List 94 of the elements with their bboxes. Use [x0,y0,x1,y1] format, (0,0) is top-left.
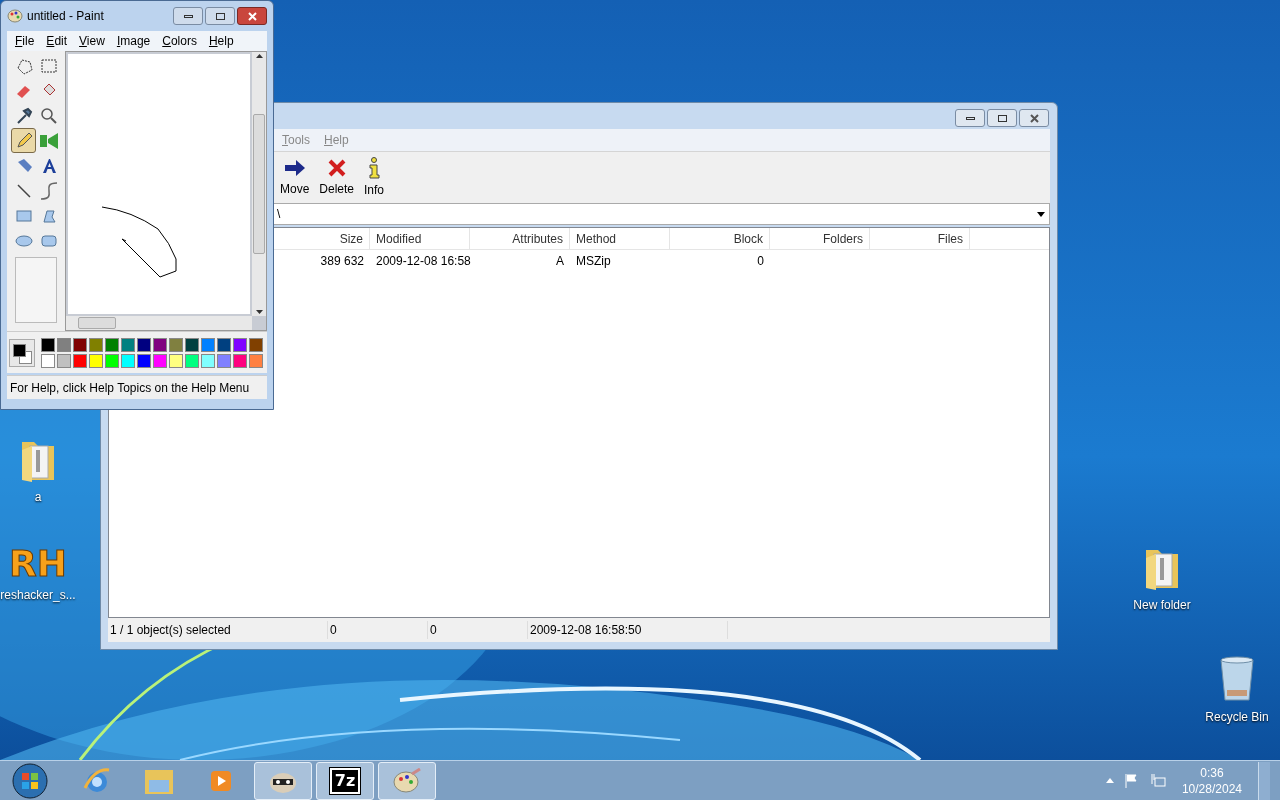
color-swatch[interactable] [249,337,263,352]
color-swatch[interactable] [249,353,263,368]
column-header[interactable]: Modified [370,228,470,249]
menu-item[interactable]: File [15,32,35,50]
column-header[interactable]: Block [670,228,770,249]
color-swatch[interactable] [121,337,135,352]
color-swatch[interactable] [57,337,71,352]
scroll-thumb[interactable] [253,114,265,254]
menu-item[interactable]: View [79,32,105,50]
color-swatch[interactable] [57,353,71,368]
toolbar-button[interactable]: Move [280,155,310,200]
color-swatch[interactable] [185,353,199,368]
column-header[interactable]: Folders [770,228,870,249]
recycle-bin-icon [1217,654,1257,704]
color-swatch[interactable] [233,337,247,352]
minimize-button[interactable] [173,7,203,25]
close-button[interactable] [237,7,267,25]
palette-icon [7,9,23,23]
scroll-down-icon[interactable] [255,310,263,314]
up-arrow-icon[interactable] [1105,778,1114,783]
horizontal-scrollbar[interactable] [66,316,252,330]
color-swatch[interactable] [201,337,215,352]
column-header[interactable]: Files [870,228,970,249]
menu-item[interactable]: Image [116,32,151,50]
color-swatch[interactable] [105,353,119,368]
color-swatch[interactable] [89,337,103,352]
maximize-button[interactable] [205,7,235,25]
toolbar-button[interactable]: Info [364,155,385,200]
desktop-icon-label[interactable]: Recycle Bin [1205,708,1269,726]
column-header[interactable]: Attributes [470,228,570,249]
palette-icon [392,767,422,794]
menu-item[interactable]: Edit [46,32,68,50]
foreground-color[interactable] [13,343,26,357]
desktop-icon-label[interactable]: New folder [1133,596,1191,614]
color-swatch[interactable] [137,353,151,368]
tool-options [15,257,57,323]
menu-item[interactable]: Colors [162,32,197,50]
status-text: 0 [328,621,428,639]
status-text: 1 / 1 object(s) selected [108,621,328,639]
desktop-icon-label[interactable]: reshacker_s... [0,586,76,604]
table-cell-text: 2009-12-08 16:58 [375,253,470,270]
sevenzip-logo: 7z [329,767,361,794]
tool-button[interactable] [11,128,36,153]
color-swatch[interactable] [105,337,119,352]
close-icon [247,11,257,21]
table-cell-text: MSZip [575,253,612,270]
arrow-icon [282,157,307,178]
column-header[interactable]: Method [570,228,670,249]
color-swatch[interactable] [137,337,151,352]
flag-icon[interactable] [1123,772,1140,789]
curve-icon [38,180,59,201]
maximize-button[interactable] [987,109,1017,127]
menu-item[interactable]: Help [208,32,234,50]
color-swatch[interactable] [153,353,167,368]
color-swatch[interactable] [41,337,55,352]
taskbar-button[interactable] [254,761,312,800]
magnifier-icon [38,105,59,126]
table-cell-text: A [555,253,565,270]
close-icon [1029,113,1039,123]
color-swatch[interactable] [73,353,87,368]
app-logo: RH [9,546,67,582]
window-title: untitled - Paint [27,8,104,25]
start-orb-icon [12,762,48,799]
status-text: 2009-12-08 16:58:50 [528,621,728,639]
color-swatch[interactable] [169,337,183,352]
color-swatch[interactable] [217,337,231,352]
scroll-up-icon[interactable] [255,54,263,58]
color-swatch[interactable] [233,353,247,368]
color-swatch[interactable] [201,353,215,368]
close-button[interactable] [1019,109,1049,127]
network-icon[interactable] [1149,772,1166,789]
vertical-scrollbar[interactable] [252,52,266,316]
color-swatch[interactable] [73,337,87,352]
info-icon [367,156,382,179]
desktop-icon-label[interactable]: a [34,488,42,506]
dropdown-icon [1037,211,1045,217]
show-desktop-button[interactable] [1258,761,1270,800]
status-text: For Help, click Help Topics on the Help Menu [10,379,250,397]
delete-icon [326,157,347,178]
color-swatch[interactable] [153,337,167,352]
color-swatch[interactable] [121,353,135,368]
scroll-thumb[interactable] [78,317,116,329]
status-text: 0 [428,621,528,639]
toolbar-button[interactable]: Delete [319,155,355,200]
minimize-button[interactable] [955,109,985,127]
color-swatch[interactable] [89,353,103,368]
taskbar-button[interactable]: 7z [316,761,374,800]
table-cell-text: 389 632 [319,253,365,270]
color-swatch[interactable] [41,353,55,368]
spray-icon [38,130,59,151]
color-swatch[interactable] [185,337,199,352]
table-cell-text: 0 [756,253,765,270]
color-swatch[interactable] [217,353,231,368]
color-swatch[interactable] [169,353,183,368]
